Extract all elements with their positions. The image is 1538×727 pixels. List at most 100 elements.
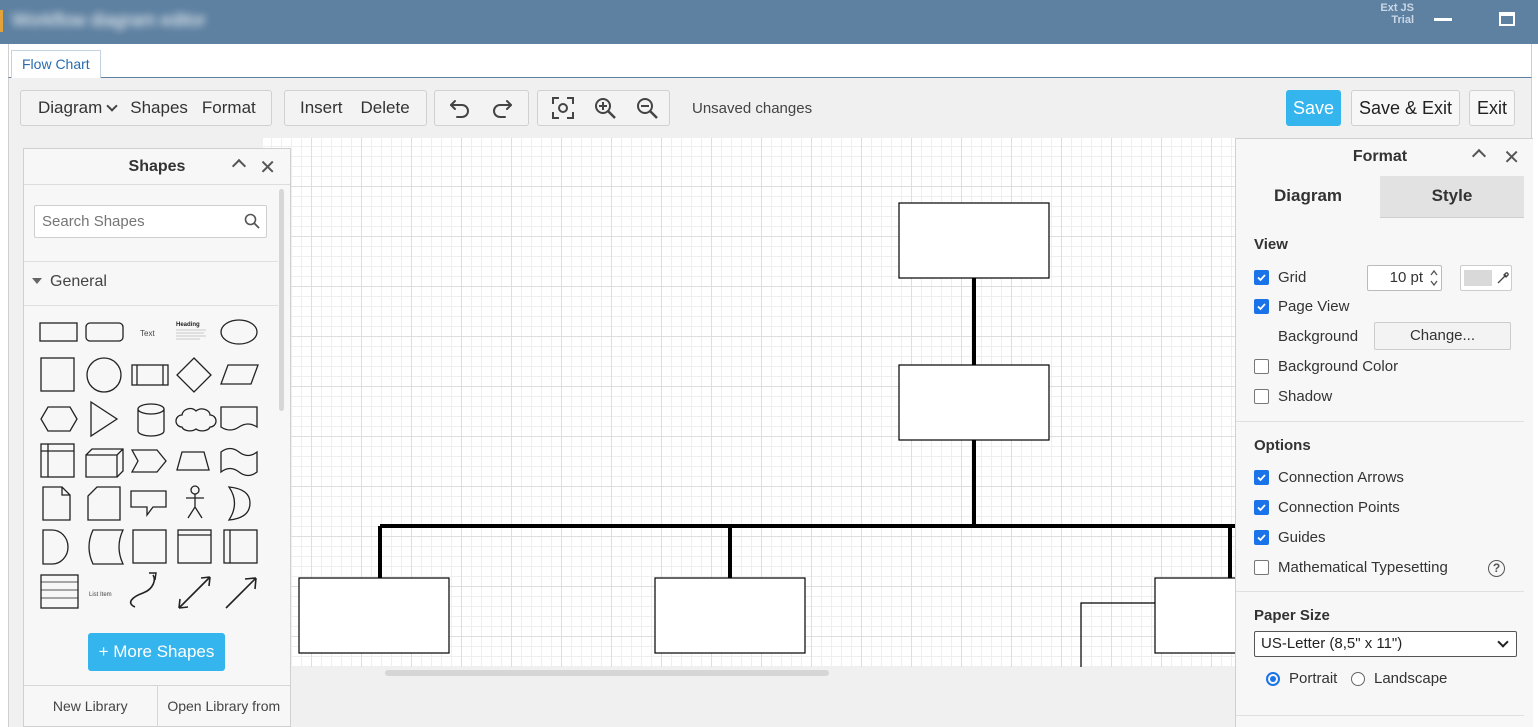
guides-label: Guides — [1278, 529, 1326, 546]
guides-option[interactable]: Guides — [1254, 529, 1326, 546]
math-typesetting-checkbox[interactable] — [1254, 560, 1269, 575]
landscape-radio[interactable] — [1351, 671, 1365, 686]
redo-icon[interactable] — [481, 91, 523, 125]
window-titlebar: Workflow diagram editor Ext JS Trial — [0, 0, 1538, 44]
separator — [24, 305, 278, 306]
fit-screen-icon[interactable] — [542, 91, 584, 125]
close-icon[interactable]: ✕ — [259, 155, 276, 180]
portrait-option[interactable]: Portrait — [1266, 670, 1337, 687]
collapse-icon[interactable] — [1471, 148, 1487, 164]
format-panel-header: Format ✕ — [1236, 139, 1524, 175]
shape-document — [220, 406, 258, 431]
connection-points-option[interactable]: Connection Points — [1254, 499, 1400, 516]
shapes-scrollbar[interactable] — [279, 189, 284, 411]
spin-up-icon[interactable] — [1429, 268, 1439, 278]
background-label: Background — [1278, 328, 1359, 345]
grid-size-value: 10 pt — [1389, 269, 1423, 286]
landscape-label: Landscape — [1374, 670, 1448, 687]
more-shapes-button[interactable]: + More Shapes — [88, 633, 225, 671]
shape-swimlane — [223, 529, 258, 564]
format-panel-title: Format — [1352, 148, 1408, 165]
shape-heading-lines — [176, 329, 206, 340]
zoom-out-icon[interactable] — [626, 91, 668, 125]
landscape-option[interactable]: Landscape — [1351, 670, 1447, 687]
tab-flow-chart[interactable]: Flow Chart — [11, 50, 101, 78]
math-typesetting-option[interactable]: Mathematical Typesetting — [1254, 559, 1448, 576]
shapes-menu[interactable]: Shapes — [124, 91, 196, 125]
shape-actor — [190, 485, 200, 495]
shape-cube — [85, 448, 124, 478]
minimize-icon[interactable] — [1434, 18, 1452, 21]
zoom-in-icon[interactable] — [584, 91, 626, 125]
shape-card — [87, 486, 121, 521]
delete-button[interactable]: Delete — [351, 91, 418, 125]
shape-ellipse — [220, 319, 258, 345]
change-background-button[interactable]: Change... — [1374, 322, 1511, 350]
connection-arrows-option[interactable]: Connection Arrows — [1254, 469, 1404, 486]
help-icon[interactable]: ? — [1488, 560, 1505, 577]
math-typesetting-label: Mathematical Typesetting — [1278, 559, 1448, 576]
shape-diamond — [176, 357, 212, 393]
new-library-button[interactable]: New Library — [24, 686, 157, 727]
shape-tape — [220, 447, 258, 477]
diagram-menu[interactable]: Diagram — [21, 91, 124, 125]
collapse-icon[interactable] — [231, 158, 247, 174]
shape-library-grid[interactable]: Text Heading List Item — [34, 317, 274, 615]
page-view-option[interactable]: Page View — [1254, 298, 1349, 315]
guides-checkbox[interactable] — [1254, 530, 1269, 545]
diagram-canvas[interactable] — [263, 138, 1235, 667]
shapes-panel: Shapes ✕ General Text Heading — [23, 148, 291, 727]
connection-points-checkbox[interactable] — [1254, 500, 1269, 515]
shape-triangle — [90, 400, 119, 438]
paper-size-value: US-Letter (8,5" x 11") — [1261, 635, 1403, 652]
shape-cloud — [175, 407, 217, 432]
general-group-header[interactable]: General — [32, 273, 107, 291]
grid-size-input[interactable]: 10 pt — [1367, 265, 1442, 291]
exit-button[interactable]: Exit — [1469, 90, 1515, 126]
spin-down-icon[interactable] — [1429, 278, 1439, 288]
shapes-panel-title: Shapes — [128, 157, 186, 175]
library-footer: New Library Open Library from — [24, 685, 290, 727]
connection-arrows-checkbox[interactable] — [1254, 470, 1269, 485]
page-view-checkbox[interactable] — [1254, 299, 1269, 314]
tab-strip: Flow Chart — [8, 44, 1532, 78]
separator — [1236, 715, 1524, 716]
grid-checkbox[interactable] — [1254, 270, 1269, 285]
paper-size-select[interactable]: US-Letter (8,5" x 11") — [1254, 631, 1517, 657]
history-group — [434, 90, 529, 126]
tab-diagram[interactable]: Diagram — [1236, 176, 1380, 218]
diagram-node-right — [1154, 577, 1235, 654]
shape-stored-data — [88, 529, 125, 565]
maximize-icon[interactable] — [1499, 12, 1515, 26]
open-library-button[interactable]: Open Library from — [156, 686, 291, 727]
horizontal-scrollbar[interactable] — [385, 670, 829, 676]
search-icon[interactable] — [244, 213, 260, 232]
editor-app: Diagram Shapes Format Insert Delete Unsa… — [8, 78, 1533, 727]
portrait-radio[interactable] — [1266, 671, 1280, 686]
format-menu[interactable]: Format — [196, 91, 264, 125]
background-color-checkbox[interactable] — [1254, 359, 1269, 374]
shape-bidirectional-arrow — [178, 576, 211, 609]
chevron-down-icon — [1497, 636, 1509, 648]
shapes-panel-header: Shapes ✕ — [24, 149, 290, 185]
more-shapes-label: More Shapes — [113, 642, 215, 661]
grid-option[interactable]: Grid — [1254, 269, 1306, 286]
save-button[interactable]: Save — [1286, 90, 1341, 126]
tab-style[interactable]: Style — [1380, 176, 1524, 218]
general-group-label: General — [50, 273, 107, 290]
shadow-checkbox[interactable] — [1254, 389, 1269, 404]
shadow-option[interactable]: Shadow — [1254, 388, 1332, 405]
insert-button[interactable]: Insert — [285, 91, 351, 125]
save-exit-button[interactable]: Save & Exit — [1351, 90, 1460, 126]
undo-icon[interactable] — [439, 91, 481, 125]
shape-callout — [130, 490, 167, 517]
grid-color-picker[interactable] — [1460, 265, 1512, 291]
shape-step — [130, 449, 167, 473]
shape-square — [40, 357, 75, 392]
shape-parallelogram — [220, 364, 259, 385]
background-color-option[interactable]: Background Color — [1254, 358, 1398, 375]
options-section-title: Options — [1254, 437, 1311, 454]
search-shapes-input[interactable] — [35, 206, 235, 237]
close-icon[interactable]: ✕ — [1503, 145, 1520, 170]
diagram-node-top — [898, 202, 1050, 279]
